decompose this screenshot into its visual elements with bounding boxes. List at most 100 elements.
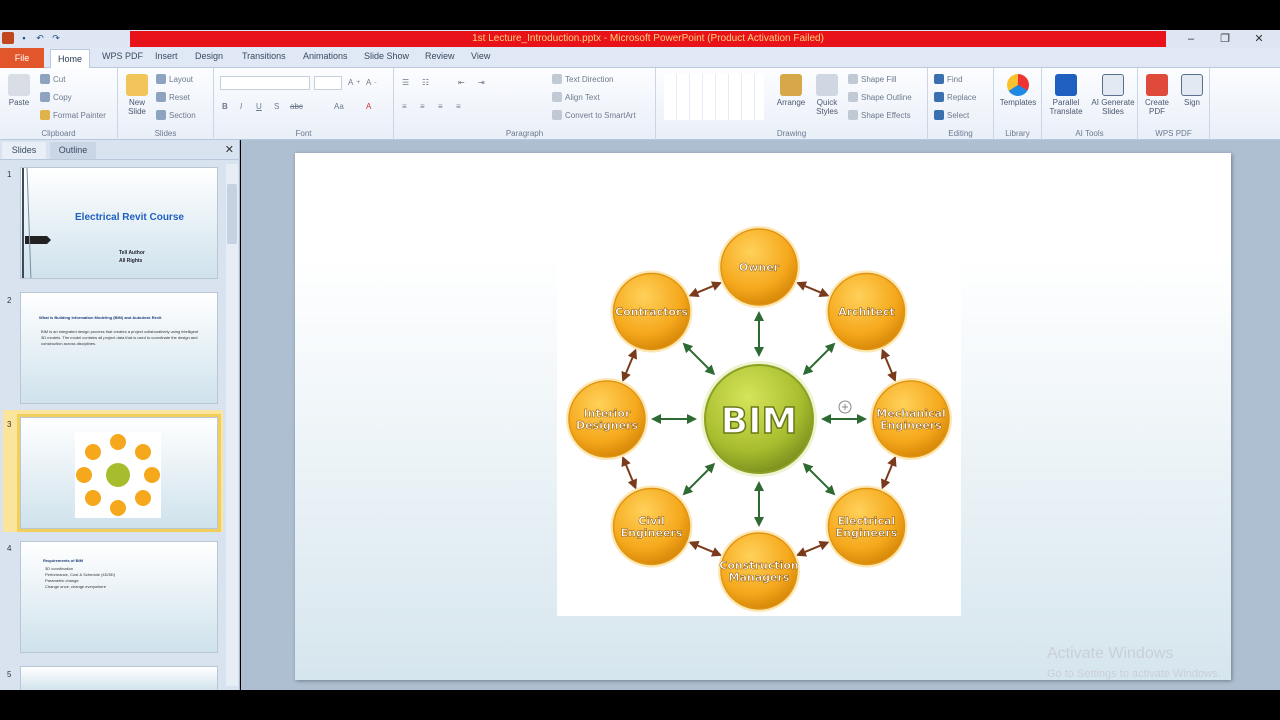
minimize-button[interactable]: –: [1174, 30, 1208, 48]
replace-button[interactable]: Replace: [934, 92, 976, 102]
tab-insert[interactable]: Insert: [155, 51, 178, 61]
slides-group-label: Slides: [154, 129, 177, 138]
tab-transitions[interactable]: Transitions: [242, 51, 286, 61]
thumb-3-diagram: [75, 432, 161, 518]
shape-effects-button[interactable]: Shape Effects: [848, 110, 911, 120]
increase-indent-button[interactable]: ⇥: [478, 78, 485, 87]
tab-slides[interactable]: Slides: [2, 142, 46, 159]
shape-outline-label: Shape Outline: [861, 92, 912, 102]
slide-thumb-5[interactable]: [20, 666, 218, 692]
sign-button[interactable]: Sign: [1176, 74, 1208, 107]
justify-button[interactable]: ≡: [456, 102, 461, 111]
font-color-button[interactable]: A: [366, 102, 371, 111]
node-electrical[interactable]: ElectricalEngineers: [825, 485, 908, 568]
spoke-arrow-architect: [802, 342, 836, 376]
node-owner[interactable]: Owner: [718, 226, 800, 308]
powerpoint-logo-icon[interactable]: [2, 32, 14, 44]
replace-label: Replace: [947, 92, 977, 102]
tab-review[interactable]: Review: [425, 51, 455, 61]
reset-button[interactable]: Reset: [156, 92, 190, 102]
thumb-number: 2: [7, 296, 12, 305]
tab-file[interactable]: File: [0, 48, 44, 68]
quick-styles-button[interactable]: Quick Styles: [810, 74, 844, 116]
node-interior[interactable]: InteriorDesigners: [566, 378, 648, 460]
window-title: 1st Lecture_Introduction.pptx - Microsof…: [472, 33, 824, 44]
shadow-button[interactable]: S: [274, 102, 279, 111]
decrease-indent-button[interactable]: ⇤: [458, 78, 465, 87]
bullets-button[interactable]: ☰: [402, 78, 409, 87]
align-text-button[interactable]: Align Text: [552, 92, 600, 102]
thumb-number: 5: [7, 670, 12, 679]
current-slide[interactable]: Owner Architect Mechanical Engineers Electri…: [295, 153, 1231, 680]
tab-wps-pdf[interactable]: WPS PDF: [102, 51, 143, 61]
quick-styles-label: Quick Styles: [816, 98, 838, 116]
pane-close-icon[interactable]: ✕: [225, 143, 234, 156]
paragraph-group: ☰ ☷ ⇤ ⇥ ≡ ≡ ≡ ≡ Text Direction Align Tex…: [394, 68, 656, 140]
pane-scroll-thumb[interactable]: [227, 184, 237, 244]
select-button[interactable]: Select: [934, 110, 969, 120]
thumb-number: 3: [7, 420, 12, 429]
undo-icon[interactable]: ↶: [34, 32, 46, 44]
underline-button[interactable]: U: [256, 102, 262, 111]
shapes-gallery[interactable]: [664, 74, 764, 120]
copy-button[interactable]: Copy: [40, 92, 72, 102]
tab-view[interactable]: View: [471, 51, 490, 61]
numbering-button[interactable]: ☷: [422, 78, 429, 87]
close-window-button[interactable]: ✕: [1242, 30, 1276, 48]
text-direction-icon: [552, 74, 562, 84]
text-direction-button[interactable]: Text Direction: [552, 74, 613, 84]
cut-button[interactable]: Cut: [40, 74, 65, 84]
node-mechanical[interactable]: MechanicalEngineers: [870, 378, 952, 460]
node-construction[interactable]: ConstructionManagers: [718, 530, 800, 612]
shrink-font-button[interactable]: A-: [366, 78, 377, 87]
ai-generate-slides-button[interactable]: AI Generate Slides: [1090, 74, 1136, 116]
italic-button[interactable]: I: [240, 102, 242, 111]
slide-thumb-1[interactable]: Electrical Revit Course Tell Author All …: [20, 167, 218, 279]
convert-smartart-button[interactable]: Convert to SmartArt: [552, 110, 636, 120]
find-button[interactable]: Find: [934, 74, 963, 84]
save-icon[interactable]: ▪: [18, 32, 30, 44]
tab-design[interactable]: Design: [195, 51, 223, 61]
node-architect[interactable]: Architect: [825, 270, 908, 353]
tab-slide-show[interactable]: Slide Show: [364, 51, 409, 61]
activate-windows-subtitle: Go to Settings to activate Windows.: [1047, 668, 1221, 680]
tab-outline[interactable]: Outline: [50, 142, 96, 159]
redo-icon[interactable]: ↷: [50, 32, 62, 44]
align-left-button[interactable]: ≡: [402, 102, 407, 111]
library-group-label: Library: [1005, 129, 1030, 138]
slide-thumb-4[interactable]: Requirements of BIM 3D coordination Perf…: [20, 541, 218, 653]
letterbox-top: [0, 0, 1280, 30]
font-name-select[interactable]: [220, 76, 310, 90]
shape-outline-button[interactable]: Shape Outline: [848, 92, 912, 102]
bim-diagram[interactable]: Owner Architect Mechanical Engineers Electri…: [557, 219, 961, 616]
slide-thumb-2[interactable]: What is Building Information Modeling (B…: [20, 292, 218, 404]
parallel-translate-button[interactable]: Parallel Translate: [1044, 74, 1088, 116]
paste-button[interactable]: Paste: [4, 74, 34, 107]
layout-button[interactable]: Layout: [156, 74, 193, 84]
align-center-button[interactable]: ≡: [420, 102, 425, 111]
align-text-icon: [552, 92, 562, 102]
change-case-button[interactable]: Aa: [334, 102, 344, 111]
pane-scrollbar[interactable]: [226, 164, 238, 686]
node-contractors[interactable]: Contractors: [610, 270, 693, 353]
create-pdf-button[interactable]: Create PDF: [1140, 74, 1174, 116]
align-right-button[interactable]: ≡: [438, 102, 443, 111]
templates-button[interactable]: Templates: [996, 74, 1040, 107]
slide-thumb-3[interactable]: [17, 414, 221, 532]
tab-animations[interactable]: Animations: [303, 51, 348, 61]
node-civil[interactable]: CivilEngineers: [610, 485, 693, 568]
restore-button[interactable]: ❐: [1208, 30, 1242, 48]
font-size-select[interactable]: [314, 76, 342, 90]
section-button[interactable]: Section: [156, 110, 196, 120]
tab-home[interactable]: Home: [50, 49, 90, 69]
grow-font-button[interactable]: A +: [348, 78, 360, 87]
new-slide-button[interactable]: New Slide: [122, 74, 152, 116]
sign-label: Sign: [1183, 98, 1200, 107]
strikethrough-button[interactable]: abc: [290, 102, 303, 111]
arrange-button[interactable]: Arrange: [774, 74, 808, 107]
shape-fill-button[interactable]: Shape Fill: [848, 74, 897, 84]
format-painter-button[interactable]: Format Painter: [40, 110, 106, 120]
select-label: Select: [947, 110, 970, 120]
center-node[interactable]: BIM: [701, 361, 817, 477]
bold-button[interactable]: B: [222, 102, 228, 111]
